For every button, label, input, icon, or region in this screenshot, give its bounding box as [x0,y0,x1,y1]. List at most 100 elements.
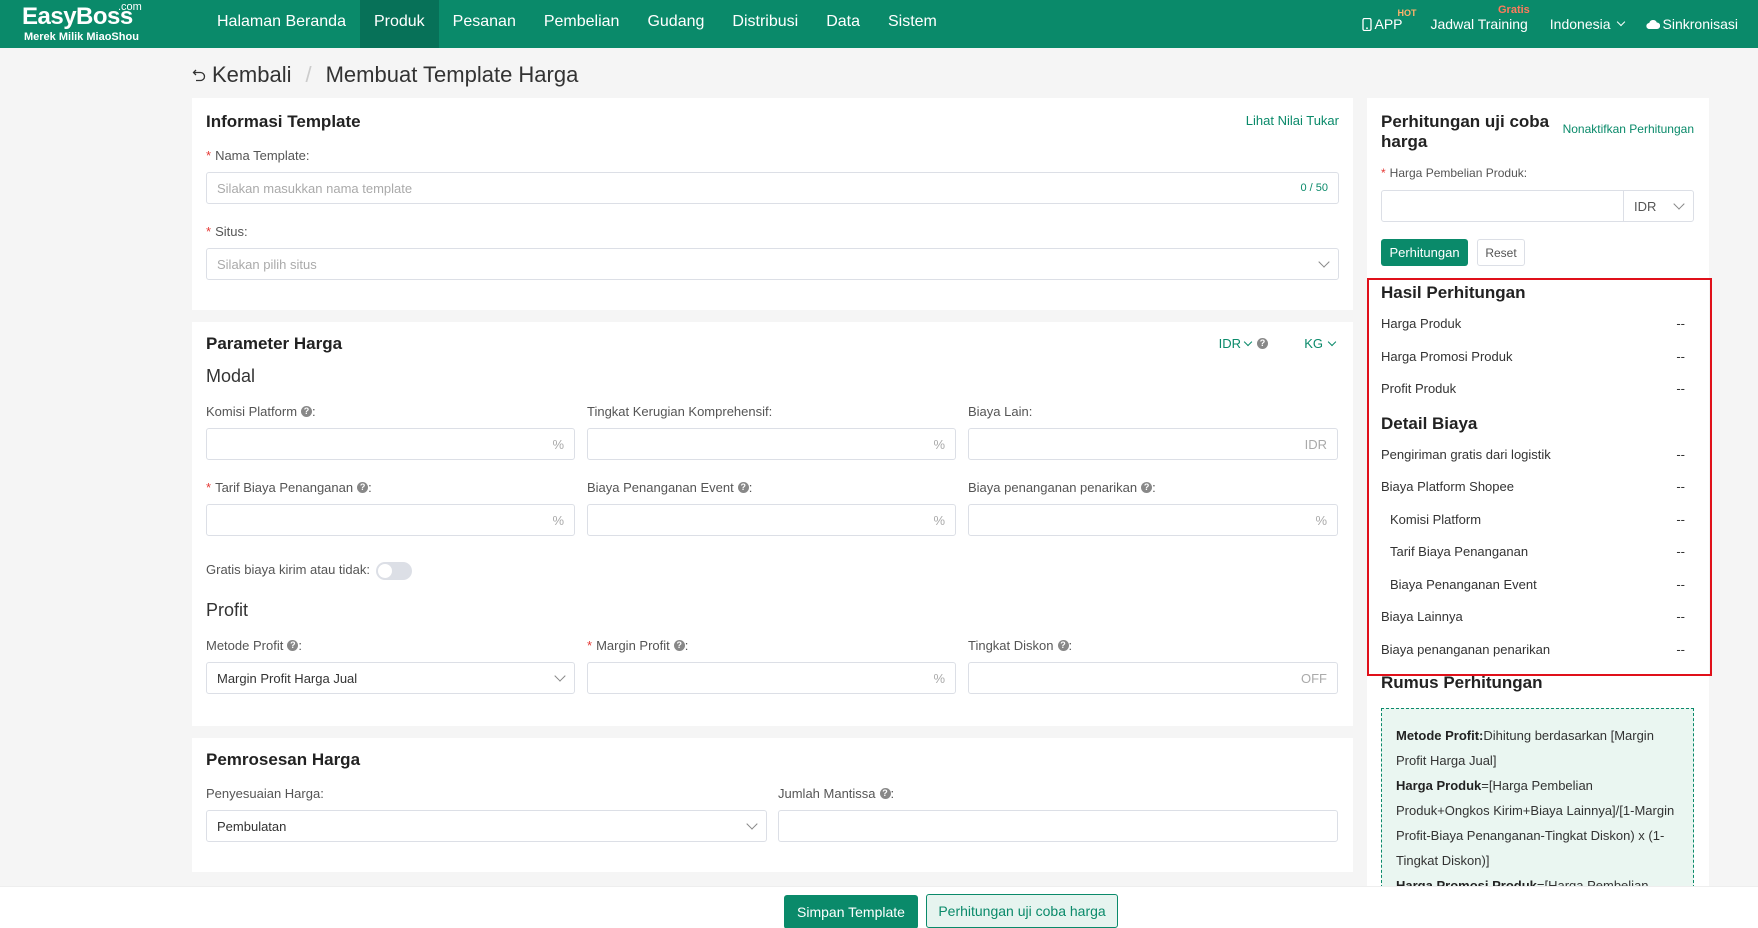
other-cost-label: Biaya Lain: [968,404,1033,419]
help-icon: ? [673,640,685,651]
hot-badge: HOT [1397,8,1417,18]
price-processing-card: Pemrosesan Harga Penyesuaian Harga: Pemb… [192,738,1353,872]
loss-rate-input[interactable]: % [587,428,956,460]
exchange-rate-link[interactable]: Lihat Nilai Tukar [1246,113,1339,128]
colon: : [312,404,316,419]
percent-suffix: % [1315,512,1327,528]
disable-calculation-link[interactable]: Nonaktifkan Perhitungan [1563,122,1694,136]
language-label: Indonesia [1549,16,1611,32]
colon: : [298,638,302,653]
free-shipping-toggle[interactable] [376,562,412,580]
site-label-text: Situs: [215,224,248,239]
discount-input[interactable]: OFF [968,662,1338,694]
required-mark: * [206,224,212,239]
platform-commission-label: Komisi Platform ?: [206,404,316,419]
required-mark: * [206,148,212,163]
withdraw-fee-label: Biaya penanganan penarikan ?: [968,480,1156,495]
event-fee-input[interactable]: % [587,504,956,536]
template-name-label: * Nama Template: [206,148,309,163]
mantissa-input[interactable] [778,810,1338,842]
other-cost-input[interactable]: IDR [968,428,1338,460]
colon: : [890,786,895,801]
colon: : [748,480,753,495]
price-adjust-select[interactable]: Pembulatan [206,810,767,842]
template-name-input[interactable]: Silakan masukkan nama template 0 / 50 [206,172,1339,204]
chevron-down-icon [746,818,758,830]
nav-item-produk[interactable]: Produk [359,0,439,48]
event-fee-label-text: Biaya Penanganan Event [587,480,734,495]
help-icon: ? [879,788,891,799]
chevron-down-icon [1318,256,1330,268]
currency-label: IDR [1218,336,1241,351]
training-schedule-link[interactable]: Jadwal Training Gratis [1430,4,1530,32]
platform-commission-input[interactable]: % [206,428,575,460]
percent-suffix: % [552,436,564,452]
nav-item-data[interactable]: Data [812,0,874,48]
top-navbar: EasyBoss .com Merek Milik MiaoShou Halam… [0,0,1758,48]
toggle-knob [378,564,392,578]
required-mark: * [587,638,593,653]
percent-suffix: % [933,670,945,686]
trial-title: Perhitungan uji coba harga [1381,112,1550,151]
sync-button[interactable]: Sinkronisasi [1645,16,1738,32]
breadcrumb: Kembali / Membuat Template Harga [192,60,578,90]
discount-label: Tingkat Diskon ?: [968,638,1072,653]
phone-icon [1361,17,1372,31]
trial-currency-select[interactable]: IDR [1623,190,1694,222]
required-mark: * [206,480,212,495]
help-icon: ? [1257,338,1268,349]
mantissa-label: Jumlah Mantissa ?: [778,786,894,801]
training-label: Jadwal Training [1430,16,1528,32]
withdraw-fee-input[interactable]: % [968,504,1338,536]
nav-item-gudang[interactable]: Gudang [633,0,718,48]
formula-method-key: Metode Profit: [1396,728,1484,743]
nav-item-home[interactable]: Halaman Beranda [203,0,360,48]
currency-dropdown[interactable]: IDR ? [1219,336,1268,351]
reset-button[interactable]: Reset [1477,239,1525,266]
back-arrow-icon [192,69,206,82]
colon: : [368,480,372,495]
app-download-link[interactable]: APP HOT [1361,8,1417,32]
back-label: Kembali [212,62,292,87]
easyboss-logo[interactable]: EasyBoss .com Merek Milik MiaoShou [22,1,162,45]
off-suffix: OFF [1301,670,1327,686]
language-selector[interactable]: Indonesia [1549,16,1625,32]
price-parameter-card: Parameter Harga IDR ? KG Modal Komisi Pl… [192,322,1353,726]
formula-price-key: Harga Produk [1396,778,1482,793]
purchase-price-label: * Harga Pembelian Produk: [1381,166,1527,180]
profit-margin-input[interactable]: % [587,662,956,694]
main-menu: Halaman Beranda Produk Pesanan Pembelian… [203,0,951,48]
profit-method-value: Margin Profit Harga Jual [217,670,358,686]
trial-calculation-button[interactable]: Perhitungan uji coba harga [926,894,1118,928]
save-template-button[interactable]: Simpan Template [784,895,918,928]
profit-method-select[interactable]: Margin Profit Harga Jual [206,662,575,694]
purchase-price-input[interactable] [1381,190,1624,222]
weight-unit-dropdown[interactable]: KG [1304,336,1337,351]
back-link[interactable]: Kembali [192,62,291,88]
template-info-card: Informasi Template Lihat Nilai Tukar * N… [192,98,1353,310]
nav-item-pembelian[interactable]: Pembelian [530,0,634,48]
discount-label-text: Tingkat Diskon [968,638,1054,653]
page-title: Membuat Template Harga [325,62,579,87]
site-select[interactable]: Silakan pilih situs [206,248,1339,280]
nav-right: APP HOT Jadwal Training Gratis Indonesia… [1361,0,1738,48]
nav-item-sistem[interactable]: Sistem [874,0,951,48]
event-fee-label: Biaya Penanganan Event ?: [587,480,752,495]
template-name-label-text: Nama Template: [215,148,310,163]
percent-suffix: % [933,436,945,452]
nav-item-distribusi[interactable]: Distribusi [718,0,812,48]
nav-item-pesanan[interactable]: Pesanan [439,0,530,48]
result-highlight-box [1367,278,1712,676]
required-mark: * [1381,166,1386,180]
calculate-button[interactable]: Perhitungan [1381,239,1468,266]
chevron-down-icon [554,670,566,682]
char-counter: 0 / 50 [1300,182,1328,194]
handling-fee-input[interactable]: % [206,504,575,536]
template-name-placeholder: Silakan masukkan nama template [217,180,413,196]
handling-fee-label-text: Tarif Biaya Penanganan [215,480,354,495]
price-adjust-value: Pembulatan [217,818,287,834]
chevron-down-icon [1243,337,1253,346]
colon: : [1152,480,1156,495]
formula-title: Rumus Perhitungan [1381,673,1543,692]
help-icon: ? [357,482,369,493]
